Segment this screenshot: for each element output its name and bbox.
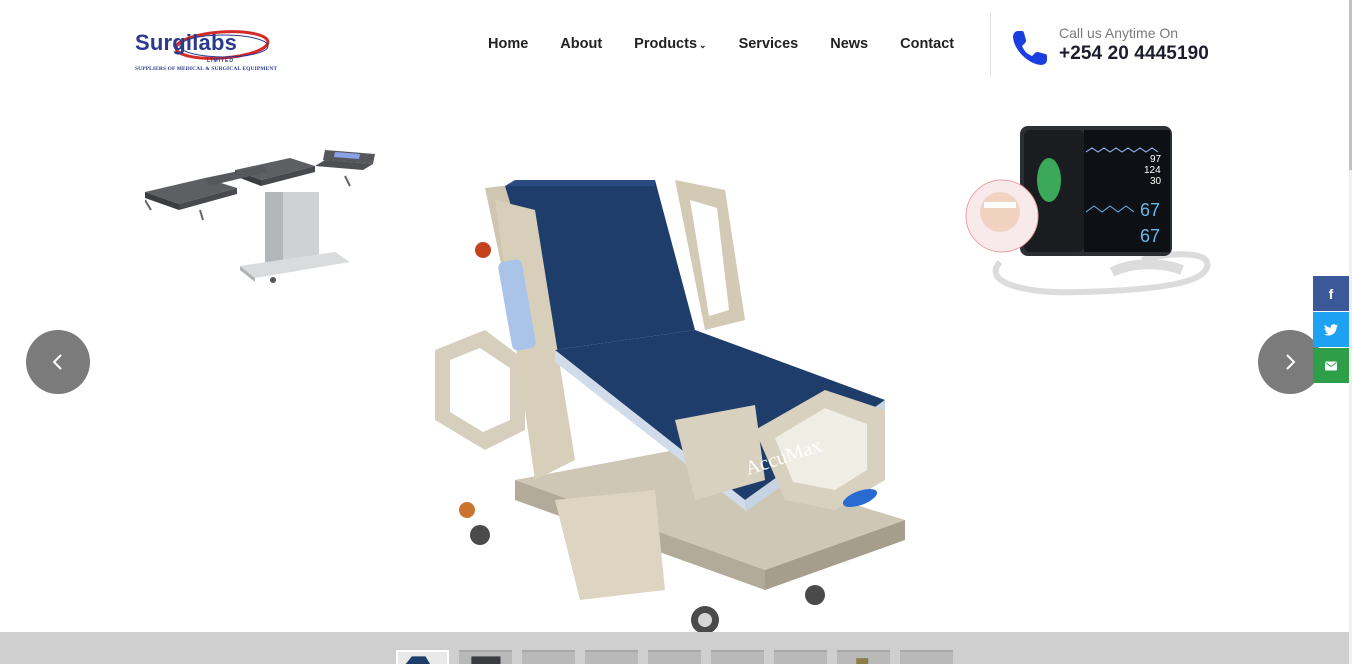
email-share-button[interactable] [1313,348,1349,383]
thumbnail-7[interactable] [774,650,827,664]
thumbnail-1[interactable] [396,650,449,664]
brand-logo[interactable]: Surgilabs LIMITED SUPPLIERS OF MEDICAL &… [132,28,278,76]
thumbnail-4[interactable] [585,650,638,664]
facebook-share-button[interactable]: f [1313,276,1349,311]
chevron-right-icon [1286,354,1296,370]
thumbnail-9[interactable] [900,650,953,664]
nav-news[interactable]: News [830,36,868,52]
thumbnail-6[interactable] [711,650,764,664]
slide-operating-table[interactable] [144,148,377,288]
monitor-value-5: 67 [1140,226,1160,246]
nav-about[interactable]: About [560,36,602,52]
thumbnail-8[interactable] [837,650,890,664]
brand-name: Surgilabs [135,30,238,55]
thumbnail-strip [0,632,1349,664]
thumbnail-5[interactable] [648,650,701,664]
main-nav: Home About Products ⌄ Services News Cont… [488,36,986,52]
facebook-icon: f [1328,285,1334,302]
slide-patient-monitor[interactable]: 97 124 30 67 67 [962,122,1214,304]
monitor-value-3: 30 [1150,176,1162,187]
slider-prev-button[interactable] [26,330,90,394]
brand-tagline: SUPPLIERS OF MEDICAL & SURGICAL EQUIPMEN… [135,66,278,72]
chevron-left-icon [52,354,62,370]
email-icon [1325,361,1337,370]
nav-products-label: Products [634,36,698,52]
monitor-value-4: 67 [1140,200,1160,220]
nav-contact[interactable]: Contact [900,36,954,52]
social-share-bar: f [1313,276,1349,384]
monitor-value-1: 97 [1150,154,1162,165]
slide-hospital-bed[interactable]: AccuMax [405,180,945,640]
nav-services[interactable]: Services [739,36,799,52]
brand-sub: LIMITED [207,58,234,64]
twitter-icon [1324,323,1338,336]
call-label: Call us Anytime On [1059,25,1179,41]
chevron-down-icon: ⌄ [699,40,707,50]
header-divider [990,13,991,77]
nav-products[interactable]: Products ⌄ [634,36,706,52]
phone-icon[interactable] [1010,28,1050,68]
twitter-share-button[interactable] [1313,312,1349,347]
site-header: Surgilabs LIMITED SUPPLIERS OF MEDICAL &… [0,0,1352,90]
product-slider: AccuMax 97 124 30 67 67 [0,90,1352,634]
thumbnail-3[interactable] [522,650,575,664]
nav-home[interactable]: Home [488,36,528,52]
phone-number[interactable]: +254 20 4445190 [1059,43,1209,65]
monitor-value-2: 124 [1144,165,1161,176]
thumbnail-2[interactable] [459,650,512,664]
